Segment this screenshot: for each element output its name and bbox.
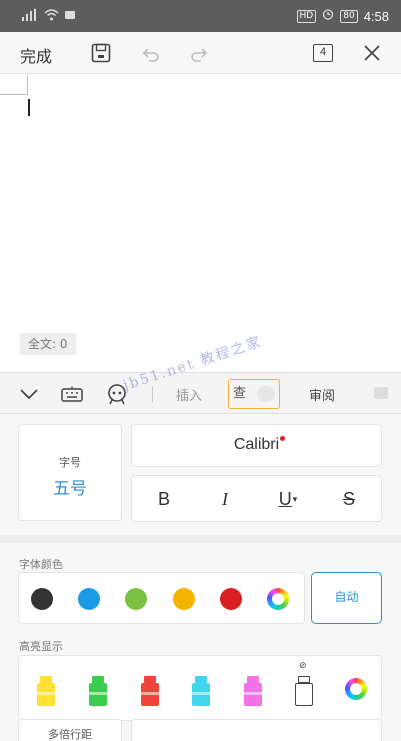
no-color-icon: ⊘ [299,661,307,671]
alarm-icon [322,8,334,24]
highlight-palette: ⊘ [18,655,382,721]
wifi-icon [44,9,59,25]
done-button[interactable]: 完成 [20,43,52,67]
section-divider [0,535,401,543]
format-panel: 字号 五号 Calibri B I U▾ S 字体颜色 自动 高亮显示 ⊘ 多倍… [0,414,401,741]
color-picker-icon[interactable] [267,588,289,610]
font-family-name: Calibri [234,436,286,454]
undo-icon[interactable] [138,41,162,65]
color-swatch[interactable] [125,588,147,610]
ribbon-tab-bar: 插入 查 审阅 [0,372,401,414]
no-highlight-icon[interactable] [295,676,313,706]
line-spacing-selector[interactable]: 多倍行距 [18,719,122,741]
text-cursor [28,99,30,116]
highlighter-icon[interactable] [141,676,159,706]
font-size-selector[interactable]: 字号 五号 [18,424,122,521]
notification-icon [65,10,75,24]
tab-review[interactable]: 审阅 [309,385,335,404]
line-spacing-options[interactable] [131,719,382,741]
tab-start-toggle [257,386,275,402]
close-icon[interactable] [360,41,384,65]
font-family-selector[interactable]: Calibri [131,424,382,467]
page-count-button[interactable]: 4 [311,41,335,65]
tab-more[interactable] [374,387,388,399]
battery-indicator: 80 [340,9,358,23]
highlight-label: 高亮显示 [19,640,63,653]
strikethrough-button[interactable]: S [336,487,362,511]
color-swatch[interactable] [31,588,53,610]
text-style-group: B I U▾ S [131,475,382,522]
chevron-down-icon: ▾ [292,494,298,504]
font-color-label: 字体颜色 [19,558,63,571]
hd-badge: HD [296,9,317,23]
tab-start-label: 查 [233,386,247,401]
line-spacing-label: 多倍行距 [48,728,92,741]
highlighter-icon[interactable] [37,676,55,706]
status-time: 4:58 [363,8,389,24]
redo-icon[interactable] [188,41,212,65]
underline-button[interactable]: U▾ [273,487,303,511]
highlight-picker-icon[interactable] [345,678,367,700]
font-indicator-dot [280,436,286,441]
keyboard-icon[interactable] [61,383,83,405]
color-swatch[interactable] [220,588,242,610]
signal-icon [22,9,38,25]
editor-toolbar: 完成 4 [0,32,401,74]
highlighter-icon[interactable] [244,676,262,706]
document-canvas[interactable]: 全文: 0 [0,75,401,372]
font-size-value: 五号 [53,479,87,499]
highlighter-icon[interactable] [89,676,107,706]
auto-color-button[interactable]: 自动 [311,572,382,624]
font-color-palette [18,572,305,624]
tab-insert[interactable]: 插入 [176,385,202,404]
bold-button[interactable]: B [151,487,177,511]
page-count: 4 [313,44,333,62]
color-swatch[interactable] [78,588,100,610]
highlighter-icon[interactable] [192,676,210,706]
status-bar: HD 80 4:58 [0,0,401,32]
page-corner-mark [0,75,28,95]
tab-divider [152,386,153,402]
save-icon[interactable] [89,41,113,65]
italic-button[interactable]: I [212,487,238,511]
word-count-badge: 全文: 0 [20,333,76,355]
tab-start[interactable]: 查 [228,379,280,409]
font-size-label: 字号 [59,456,81,469]
color-swatch[interactable] [173,588,195,610]
chevron-down-icon[interactable] [18,383,40,405]
